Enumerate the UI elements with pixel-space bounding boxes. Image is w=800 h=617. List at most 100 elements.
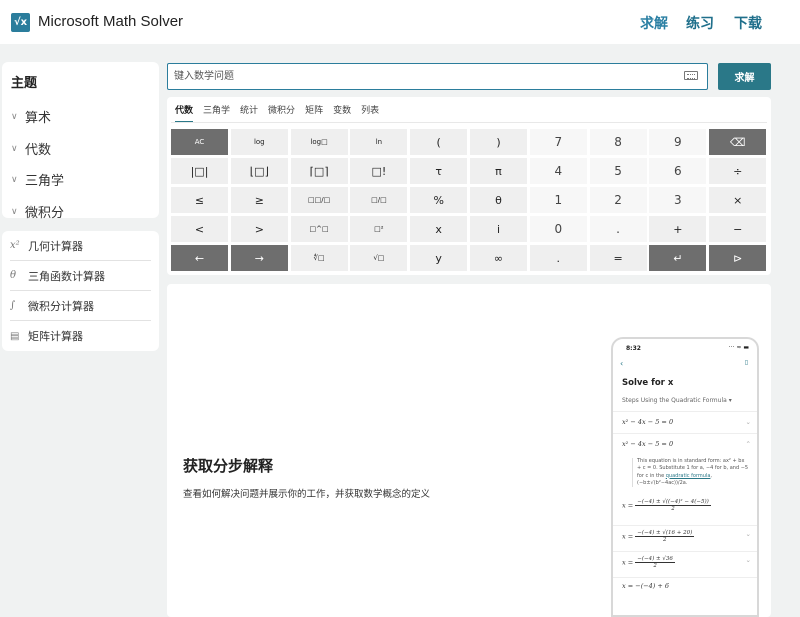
phone-step: x = −(−4) ± √36 2 ⌄: [613, 551, 757, 577]
key-8[interactable]: 8: [589, 129, 647, 155]
phone-step: x = −(−4) + 6: [613, 577, 757, 607]
tab-variables[interactable]: 变数: [333, 103, 351, 123]
tab-trigonometry[interactable]: 三角学: [203, 103, 230, 123]
phone-status-icons: ··· ≈ ▬: [728, 344, 749, 351]
arrow-right-icon[interactable]: →: [230, 245, 288, 271]
key-ceiling[interactable]: ⌈□⌉: [290, 158, 348, 184]
phone-mockup-image: 8:32 ··· ≈ ▬ ‹ ▯ Solve for x Steps Using…: [611, 337, 759, 617]
key-7[interactable]: 7: [529, 129, 587, 155]
promo-description: 查看如何解决问题并展示你的工作，并获取数学概念的定义: [183, 489, 431, 500]
topic-label: 算术: [25, 110, 52, 126]
x-squared-icon: x²: [10, 240, 20, 251]
topic-label: 微积分: [25, 204, 65, 220]
key-greater-than[interactable]: >: [230, 216, 288, 242]
chevron-down-icon: ∨: [11, 205, 18, 216]
theta-icon: θ: [10, 270, 17, 281]
key-log[interactable]: log: [230, 129, 288, 155]
key-3[interactable]: 3: [649, 187, 707, 213]
tab-calculus[interactable]: 微积分: [268, 103, 295, 123]
key-floor[interactable]: ⌊□⌋: [230, 158, 288, 184]
chevron-left-icon: ‹: [620, 359, 624, 368]
key-log-base[interactable]: log□: [290, 129, 348, 155]
top-header: √x Microsoft Math Solver 求解 练习 下载: [0, 0, 800, 44]
key-y[interactable]: y: [410, 245, 468, 271]
key-minus[interactable]: −: [709, 216, 767, 242]
solve-button[interactable]: 求解: [718, 63, 771, 90]
calculators-panel: x² 几何计算器 θ 三角函数计算器 ∫ 微积分计算器 ▤ 矩阵计算器: [2, 231, 159, 351]
key-i[interactable]: i: [469, 216, 527, 242]
phone-step: x = −(−4) ± √(16 + 20) 2 ⌄: [613, 525, 757, 551]
calculator-label: 微积分计算器: [28, 300, 94, 313]
math-solver-logo-icon[interactable]: √x: [11, 13, 30, 32]
key-5[interactable]: 5: [589, 158, 647, 184]
key-tau[interactable]: τ: [410, 158, 468, 184]
chevron-down-icon: ∨: [11, 174, 18, 185]
key-decimal[interactable]: .: [589, 216, 647, 242]
calculator-label: 矩阵计算器: [28, 331, 83, 343]
nav-solve-link[interactable]: 求解: [640, 13, 668, 33]
keyboard-icon[interactable]: [684, 71, 698, 80]
key-fraction[interactable]: □/□: [350, 187, 408, 213]
key-mixed-fraction[interactable]: □□/□: [290, 187, 348, 213]
calculus-calculator-link[interactable]: ∫ 微积分计算器: [10, 291, 151, 321]
topic-label: 三角学: [25, 173, 65, 189]
key-6[interactable]: 6: [649, 158, 707, 184]
backspace-icon[interactable]: ⌫: [709, 129, 767, 155]
tab-lists[interactable]: 列表: [361, 103, 379, 123]
key-nth-root[interactable]: ∜□: [290, 245, 348, 271]
nav-download-link[interactable]: 下载: [734, 13, 762, 33]
tabs-divider: [171, 122, 767, 123]
math-problem-input-box: [167, 63, 708, 90]
tab-matrix[interactable]: 矩阵: [305, 103, 323, 123]
topic-calculus[interactable]: ∨ 微积分: [11, 196, 159, 228]
nav-practice-link[interactable]: 练习: [686, 13, 714, 33]
key-greater-equal[interactable]: ≥: [230, 187, 288, 213]
key-plus[interactable]: +: [649, 216, 707, 242]
key-less-equal[interactable]: ≤: [171, 187, 228, 213]
key-factorial[interactable]: □!: [350, 158, 408, 184]
enter-icon[interactable]: ↵: [649, 245, 707, 271]
key-9[interactable]: 9: [649, 129, 707, 155]
calculator-label: 三角函数计算器: [28, 270, 105, 283]
key-dot[interactable]: .: [529, 245, 587, 271]
phone-time: 8:32: [626, 345, 641, 352]
key-less-than[interactable]: <: [171, 216, 228, 242]
key-percent[interactable]: %: [410, 187, 468, 213]
key-close-paren[interactable]: ): [469, 129, 527, 155]
phone-step: x = −(−4) ± √((−4)² − 4(−5)) 2: [622, 499, 711, 512]
key-1[interactable]: 1: [529, 187, 587, 213]
send-icon[interactable]: ⊳: [709, 245, 767, 271]
promo-title: 获取分步解释: [183, 458, 274, 475]
key-open-paren[interactable]: (: [410, 129, 468, 155]
geometry-calculator-link[interactable]: x² 几何计算器: [10, 231, 151, 261]
key-power[interactable]: □^□: [290, 216, 348, 242]
tab-statistics[interactable]: 统计: [240, 103, 258, 123]
key-infinity[interactable]: ∞: [469, 245, 527, 271]
key-equals[interactable]: =: [589, 245, 647, 271]
app-title[interactable]: Microsoft Math Solver: [38, 13, 183, 30]
key-absolute[interactable]: |□|: [171, 158, 228, 184]
key-pi[interactable]: π: [469, 158, 527, 184]
arrow-left-icon[interactable]: ←: [171, 245, 228, 271]
matrix-calculator-link[interactable]: ▤ 矩阵计算器: [10, 321, 151, 351]
math-problem-input[interactable]: [174, 68, 674, 85]
key-all-clear[interactable]: AC: [171, 129, 228, 155]
key-0[interactable]: 0: [529, 216, 587, 242]
key-2[interactable]: 2: [589, 187, 647, 213]
topic-algebra[interactable]: ∨ 代数: [11, 133, 159, 165]
key-theta[interactable]: θ: [469, 187, 527, 213]
phone-heading: Solve for x: [622, 378, 674, 388]
key-square[interactable]: □²: [350, 216, 408, 242]
key-x[interactable]: x: [410, 216, 468, 242]
key-sqrt[interactable]: √□: [350, 245, 408, 271]
topic-trigonometry[interactable]: ∨ 三角学: [11, 164, 159, 196]
key-divide[interactable]: ÷: [709, 158, 767, 184]
topic-label: 代数: [25, 141, 52, 157]
topic-arithmetic[interactable]: ∨ 算术: [11, 101, 159, 133]
trig-calculator-link[interactable]: θ 三角函数计算器: [10, 261, 151, 291]
tab-algebra[interactable]: 代数: [175, 103, 194, 123]
math-keypad: 代数 三角学 统计 微积分 矩阵 变数 列表 AC log log□ ln ( …: [167, 97, 771, 275]
key-ln[interactable]: ln: [350, 129, 408, 155]
key-4[interactable]: 4: [529, 158, 587, 184]
key-multiply[interactable]: ×: [709, 187, 767, 213]
